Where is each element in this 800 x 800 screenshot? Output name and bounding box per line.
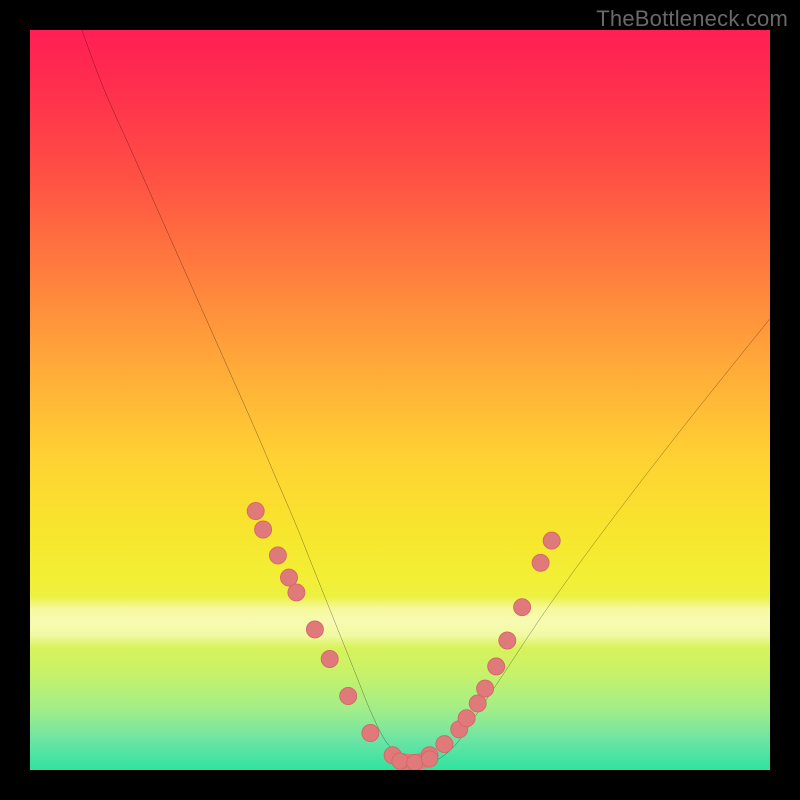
dot (477, 680, 494, 697)
dot (321, 650, 338, 667)
dot (421, 751, 437, 767)
dot (436, 736, 453, 753)
highlighted-dots (247, 502, 560, 770)
dot (488, 658, 505, 675)
dot (288, 584, 305, 601)
dot (340, 687, 357, 704)
chart-frame: TheBottleneck.com (0, 0, 800, 800)
plot-area (30, 30, 770, 770)
dot (532, 554, 549, 571)
dot (469, 695, 486, 712)
dot (514, 599, 531, 616)
dot (392, 753, 408, 769)
dot (255, 521, 272, 538)
dot (407, 754, 423, 770)
watermark-text: TheBottleneck.com (596, 6, 788, 32)
curve-svg (30, 30, 770, 770)
dot (543, 532, 560, 549)
dot (362, 724, 379, 741)
dot (306, 621, 323, 638)
dot (247, 502, 264, 519)
bottleneck-curve (82, 30, 770, 764)
dot (280, 569, 297, 586)
dot (458, 710, 475, 727)
dot (499, 632, 516, 649)
dot (269, 547, 286, 564)
